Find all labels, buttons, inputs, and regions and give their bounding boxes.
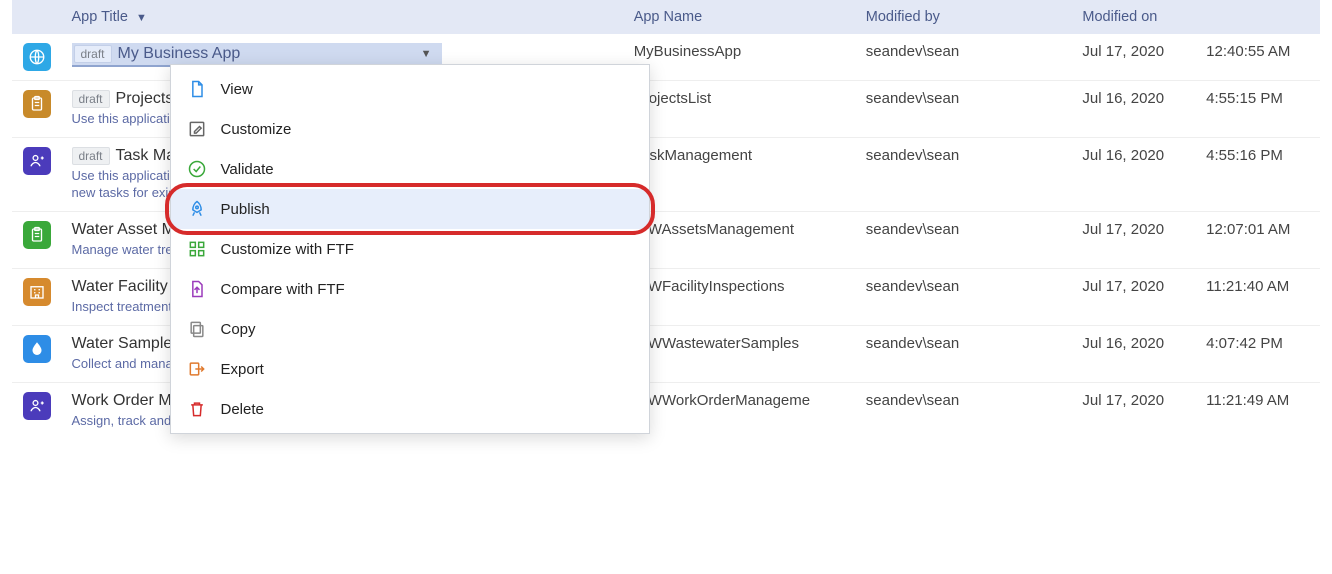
cell-modby: seandev\sean: [856, 325, 1073, 382]
menu-item-label: Export: [221, 361, 264, 378]
menu-item-view[interactable]: View: [171, 69, 649, 109]
col-modified-on[interactable]: Modified on: [1072, 0, 1196, 34]
menu-item-label: Copy: [221, 321, 256, 338]
menu-item-delete[interactable]: Delete: [171, 389, 649, 429]
app-title-text: My Business App: [118, 45, 241, 63]
col-modified-by[interactable]: Modified by: [856, 0, 1073, 34]
menu-item-label: View: [221, 81, 253, 98]
table-row[interactable]: draftMy Business App▼ViewCustomizeValida…: [12, 34, 1320, 81]
cell-appname: WWFacilityInspections: [624, 268, 856, 325]
menu-item-label: Publish: [221, 201, 270, 218]
app-icon-cell: [12, 211, 62, 268]
globe-icon: [23, 43, 51, 71]
col-app-title-label: App Title: [72, 9, 128, 25]
docup-icon: [187, 279, 207, 299]
table-header: App Title ▼ App Name Modified by Modifie…: [12, 0, 1320, 34]
trash-icon: [187, 399, 207, 419]
cell-moddate: Jul 17, 2020: [1072, 211, 1196, 268]
cell-moddate: Jul 17, 2020: [1072, 382, 1196, 438]
cell-modby: seandev\sean: [856, 81, 1073, 138]
pencil-icon: [187, 119, 207, 139]
menu-item-label: Delete: [221, 401, 264, 418]
building-icon: [23, 278, 51, 306]
cell-appname: ProjectsList: [624, 81, 856, 138]
app-title-cell: draftMy Business App▼ViewCustomizeValida…: [62, 34, 624, 81]
app-icon-cell: [12, 325, 62, 382]
grid-icon: [187, 239, 207, 259]
cell-appname: MyBusinessApp: [624, 34, 856, 81]
draft-badge: draft: [72, 147, 110, 165]
col-modified-time: [1196, 0, 1320, 34]
export-icon: [187, 359, 207, 379]
cell-appname: TaskManagement: [624, 137, 856, 211]
cell-modtime: 11:21:49 AM: [1196, 382, 1320, 438]
apps-table: App Title ▼ App Name Modified by Modifie…: [12, 0, 1320, 438]
menu-item-publish[interactable]: Publish: [171, 189, 649, 229]
clipboard-icon: [23, 221, 51, 249]
cell-appname: WWWastewaterSamples: [624, 325, 856, 382]
cell-modtime: 4:55:16 PM: [1196, 137, 1320, 211]
app-icon-cell: [12, 382, 62, 438]
menu-item-label: Compare with FTF: [221, 281, 345, 298]
app-icon-cell: [12, 81, 62, 138]
draft-badge: draft: [74, 45, 112, 63]
menu-item-customize[interactable]: Customize: [171, 109, 649, 149]
cell-modby: seandev\sean: [856, 34, 1073, 81]
cell-moddate: Jul 16, 2020: [1072, 81, 1196, 138]
cell-modby: seandev\sean: [856, 137, 1073, 211]
col-app-name[interactable]: App Name: [624, 0, 856, 34]
cell-modby: seandev\sean: [856, 382, 1073, 438]
col-icon: [12, 0, 62, 34]
cell-appname: WWWorkOrderManageme: [624, 382, 856, 438]
cell-appname: WWAssetsManagement: [624, 211, 856, 268]
cell-modtime: 4:07:42 PM: [1196, 325, 1320, 382]
menu-item-customize-with-ftf[interactable]: Customize with FTF: [171, 229, 649, 269]
app-icon-cell: [12, 34, 62, 81]
col-app-title[interactable]: App Title ▼: [62, 0, 624, 34]
cell-modtime: 12:40:55 AM: [1196, 34, 1320, 81]
doc-icon: [187, 79, 207, 99]
app-icon-cell: [12, 137, 62, 211]
cell-modtime: 4:55:15 PM: [1196, 81, 1320, 138]
cell-moddate: Jul 17, 2020: [1072, 268, 1196, 325]
cell-modtime: 12:07:01 AM: [1196, 211, 1320, 268]
user-icon: [23, 392, 51, 420]
drop-icon: [23, 335, 51, 363]
app-icon-cell: [12, 268, 62, 325]
cell-moddate: Jul 16, 2020: [1072, 325, 1196, 382]
menu-item-label: Validate: [221, 161, 274, 178]
cell-moddate: Jul 16, 2020: [1072, 137, 1196, 211]
clipboard-icon: [23, 90, 51, 118]
context-menu: View Customize Validate Publish Customize wi…: [170, 64, 650, 434]
app-title-text: Water Samples: [72, 335, 181, 352]
menu-item-label: Customize: [221, 121, 292, 138]
cell-modby: seandev\sean: [856, 211, 1073, 268]
menu-item-validate[interactable]: Validate: [171, 149, 649, 189]
rocket-icon: [187, 199, 207, 219]
sort-desc-icon: ▼: [136, 12, 147, 24]
check-icon: [187, 159, 207, 179]
user-icon: [23, 147, 51, 175]
draft-badge: draft: [72, 90, 110, 108]
menu-item-label: Customize with FTF: [221, 241, 354, 258]
cell-moddate: Jul 17, 2020: [1072, 34, 1196, 81]
copy-icon: [187, 319, 207, 339]
cell-modtime: 11:21:40 AM: [1196, 268, 1320, 325]
chevron-down-icon: ▼: [421, 48, 436, 60]
menu-item-compare-with-ftf[interactable]: Compare with FTF: [171, 269, 649, 309]
menu-item-copy[interactable]: Copy: [171, 309, 649, 349]
menu-item-export[interactable]: Export: [171, 349, 649, 389]
cell-modby: seandev\sean: [856, 268, 1073, 325]
